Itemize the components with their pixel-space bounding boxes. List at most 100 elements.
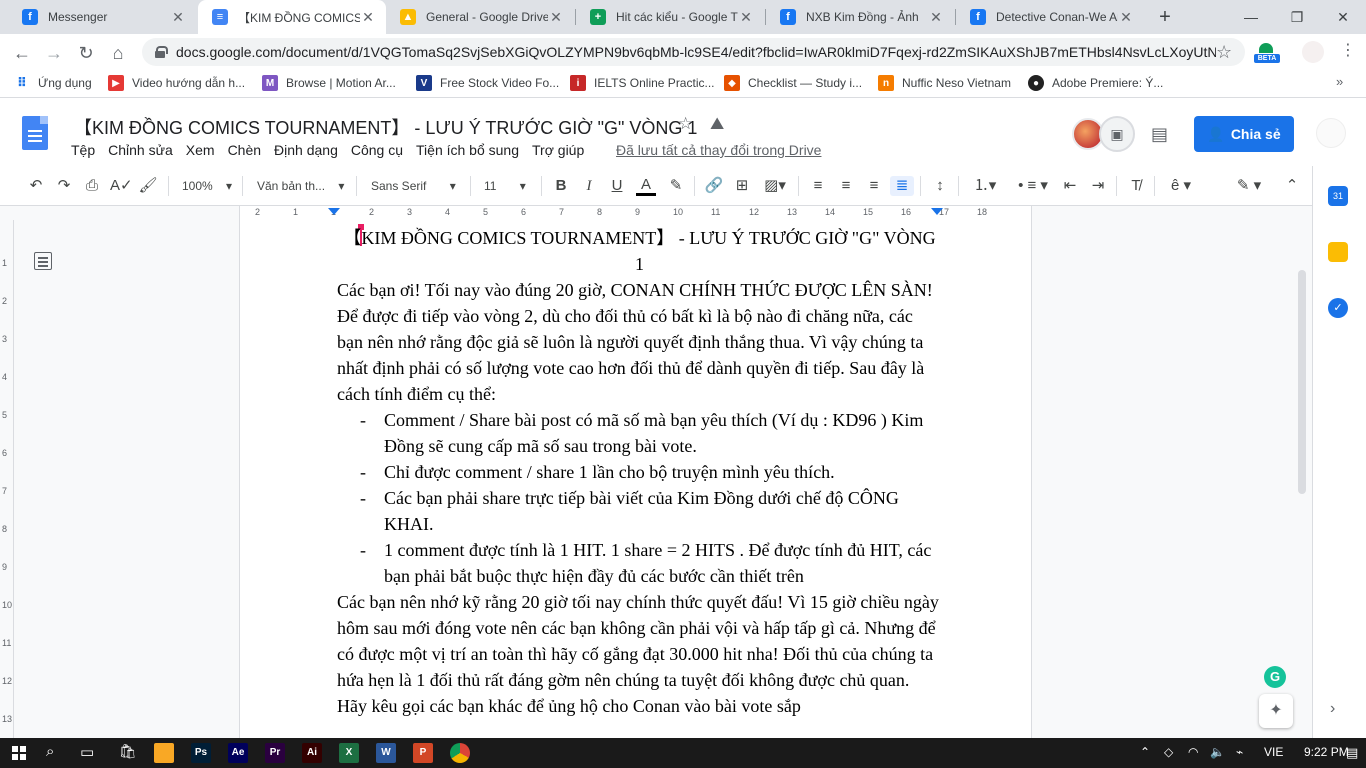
windows-start-icon[interactable]: [12, 746, 26, 760]
close-icon[interactable]: ✕: [1118, 9, 1134, 26]
align-left-icon[interactable]: ≡: [808, 176, 828, 196]
tab-google-drive[interactable]: ▲ General - Google Drive ✕: [386, 0, 574, 34]
bookmark-apps[interactable]: ⠿ Ứng dụng: [14, 75, 92, 91]
collapse-icon[interactable]: ⌃: [1282, 176, 1302, 196]
language-indicator[interactable]: VIE: [1264, 745, 1283, 759]
docs-logo-icon[interactable]: [22, 116, 48, 150]
menu-help[interactable]: Trợ giúp: [532, 142, 584, 158]
undo-icon[interactable]: ↶: [26, 176, 46, 196]
network-icon[interactable]: ◇: [1164, 745, 1173, 759]
close-icon[interactable]: ✕: [548, 9, 564, 26]
menu-tools[interactable]: Công cụ: [351, 142, 403, 158]
usb-icon[interactable]: ⌁: [1236, 745, 1243, 759]
menu-edit[interactable]: Chỉnh sửa: [108, 142, 173, 158]
after-effects-icon[interactable]: Ae: [228, 743, 248, 763]
photoshop-icon[interactable]: Ps: [191, 743, 211, 763]
style-select[interactable]: Văn bản th... ▾: [257, 176, 344, 196]
text-color-icon[interactable]: A: [636, 176, 656, 196]
powerpoint-icon[interactable]: P: [413, 743, 433, 763]
bookmark-video-huong-dan[interactable]: ▶ Video hướng dẫn h...: [108, 75, 245, 91]
more-icon[interactable]: ⋮: [1340, 40, 1356, 60]
more-bookmarks-icon[interactable]: »: [1336, 74, 1343, 89]
underline-icon[interactable]: U: [608, 176, 626, 196]
calendar-icon[interactable]: 31: [1328, 186, 1348, 206]
right-indent-marker[interactable]: [931, 208, 943, 215]
document-body[interactable]: 【KIM ĐỒNG COMICS TOURNAMENT】 - LƯU Ý TRƯ…: [337, 225, 942, 719]
profile-avatar[interactable]: [1302, 41, 1324, 63]
address-bar[interactable]: docs.google.com/document/d/1VQGTomaSq2Sv…: [142, 38, 1245, 66]
word-icon[interactable]: W: [376, 743, 396, 763]
tab-google-sheets[interactable]: + Hit các kiểu - Google Tr ✕: [576, 0, 764, 34]
tab-nxb-kim-dong[interactable]: f NXB Kim Đồng - Ảnh ✕: [766, 0, 954, 34]
url-text[interactable]: docs.google.com/document/d/1VQGTomaSq2Sv…: [176, 44, 1216, 60]
extension-beta-icon[interactable]: BETA: [1254, 43, 1280, 63]
account-avatar[interactable]: [1316, 118, 1346, 148]
scrollbar[interactable]: [1298, 270, 1306, 494]
paint-format-icon[interactable]: 🖌: [138, 176, 158, 196]
bookmark-nuffic[interactable]: n Nuffic Neso Vietnam: [878, 75, 1011, 91]
file-explorer-icon[interactable]: [154, 743, 174, 763]
chevron-up-icon[interactable]: ⌃: [1140, 745, 1150, 759]
grammarly-icon[interactable]: G: [1264, 666, 1286, 688]
close-icon[interactable]: ✕: [170, 9, 186, 26]
line-spacing-icon[interactable]: ↕: [930, 176, 950, 196]
save-status[interactable]: Đã lưu tất cả thay đổi trong Drive: [616, 142, 821, 158]
insert-image-icon[interactable]: ▨▾: [760, 176, 790, 196]
align-justify-icon[interactable]: ≣: [890, 176, 914, 196]
align-center-icon[interactable]: ≡: [836, 176, 856, 196]
tab-detective-conan[interactable]: f Detective Conan-We Ar ✕: [956, 0, 1144, 34]
tab-kim-dong-doc[interactable]: ≡ 【KIM ĐỒNG COMICS TO ✕: [198, 0, 386, 34]
store-icon[interactable]: 🛍: [119, 743, 137, 760]
menu-file[interactable]: Tệp: [71, 142, 95, 158]
link-icon[interactable]: 🔗: [704, 176, 724, 196]
wifi-icon[interactable]: ◠: [1188, 745, 1198, 759]
task-view-icon[interactable]: ▭: [80, 743, 94, 761]
spellcheck-icon[interactable]: A✓: [110, 176, 133, 196]
meet-icon[interactable]: ▣: [1099, 116, 1135, 152]
volume-icon[interactable]: 🔈: [1210, 745, 1225, 759]
highlight-icon[interactable]: ✎: [666, 176, 686, 196]
print-icon[interactable]: ⎙: [82, 176, 102, 196]
minimize-icon[interactable]: —: [1228, 0, 1274, 34]
document-page[interactable]: 【KIM ĐỒNG COMICS TOURNAMENT】 - LƯU Ý TRƯ…: [239, 220, 1032, 738]
clock[interactable]: 9:22 PM: [1304, 745, 1349, 759]
expand-side-panel-icon[interactable]: ›: [1330, 700, 1335, 718]
tab-messenger[interactable]: f Messenger ✕: [8, 0, 196, 34]
add-comment-icon[interactable]: ⊞: [732, 176, 752, 196]
increase-indent-icon[interactable]: ⇥: [1088, 176, 1108, 196]
document-title[interactable]: 【KIM ĐỒNG COMICS TOURNAMENT】 - LƯU Ý TRƯ…: [74, 114, 697, 140]
align-right-icon[interactable]: ≡: [864, 176, 884, 196]
input-tools-icon[interactable]: ê ▾: [1164, 176, 1198, 196]
bookmark-motion-array[interactable]: M Browse | Motion Ar...: [262, 75, 396, 91]
premiere-icon[interactable]: Pr: [265, 743, 285, 763]
font-size-select[interactable]: 11 ▾: [484, 176, 526, 196]
restore-icon[interactable]: ❐: [1274, 0, 1320, 34]
share-button[interactable]: 👤 Chia sẻ: [1194, 116, 1294, 152]
move-to-drive-icon[interactable]: ⛰: [710, 114, 724, 133]
document-outline-icon[interactable]: [34, 252, 52, 270]
excel-icon[interactable]: X: [339, 743, 359, 763]
notifications-icon[interactable]: ▤: [1346, 745, 1358, 761]
bookmark-adobe-premiere[interactable]: ● Adobe Premiere: Ý...: [1028, 75, 1163, 91]
explore-button[interactable]: ✦: [1259, 694, 1293, 728]
new-tab-button[interactable]: +: [1154, 6, 1176, 28]
menu-view[interactable]: Xem: [186, 142, 215, 158]
keep-icon[interactable]: [1328, 242, 1348, 262]
decrease-indent-icon[interactable]: ⇤: [1060, 176, 1080, 196]
chrome-icon[interactable]: [450, 743, 470, 763]
star-icon[interactable]: ☆: [678, 114, 693, 133]
zoom-select[interactable]: 100% ▾: [182, 176, 232, 196]
bookmark-star-icon[interactable]: ☆: [1216, 42, 1232, 63]
illustrator-icon[interactable]: Ai: [302, 743, 322, 763]
tasks-icon[interactable]: ✓: [1328, 298, 1348, 318]
horizontal-ruler[interactable]: 2 1 1 2 3 4 5 6 7 8 9 10 11 12 13 14 15 16 17 18: [0, 206, 1312, 220]
back-icon[interactable]: ←: [10, 41, 34, 65]
reload-icon[interactable]: ↻: [74, 41, 98, 65]
bold-icon[interactable]: B: [552, 176, 570, 196]
close-icon[interactable]: ✕: [928, 9, 944, 26]
italic-icon[interactable]: I: [580, 176, 598, 196]
comments-icon[interactable]: ▤: [1151, 124, 1168, 145]
home-icon[interactable]: ⌂: [106, 41, 130, 65]
bookmark-ielts[interactable]: i IELTS Online Practic...: [570, 75, 715, 91]
menu-addons[interactable]: Tiện ích bổ sung: [416, 142, 519, 158]
